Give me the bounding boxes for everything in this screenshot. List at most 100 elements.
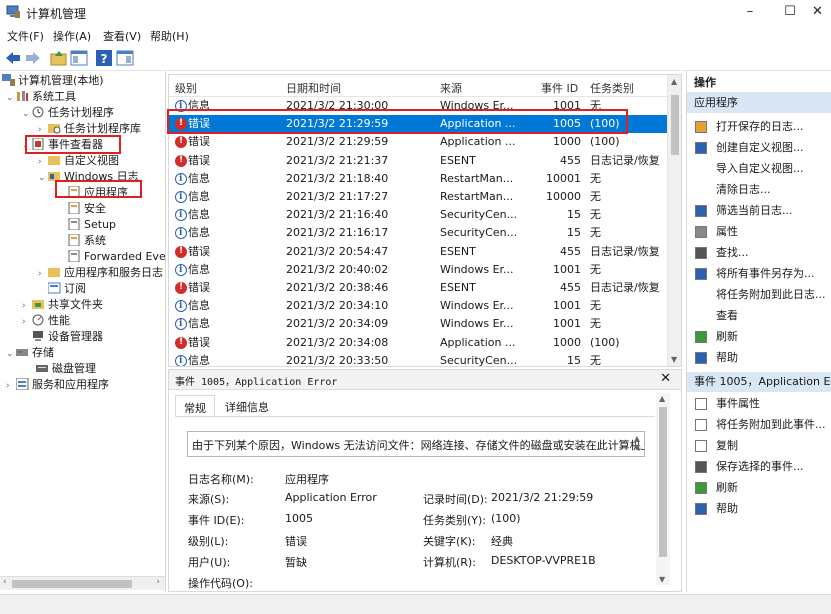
action-filter-current-log[interactable]: 筛选当前日志... bbox=[687, 200, 831, 221]
action-view[interactable]: 查看 bbox=[687, 305, 831, 326]
tree-item-root[interactable]: 计算机管理(本地) bbox=[2, 73, 104, 89]
action-save-all-events-as[interactable]: 将所有事件另存为... bbox=[687, 263, 831, 284]
scrollbar-thumb[interactable] bbox=[659, 407, 667, 557]
action-copy[interactable]: 复制 bbox=[687, 435, 831, 456]
scrollbar-thumb[interactable] bbox=[671, 95, 679, 155]
action-event-properties[interactable]: 事件属性 bbox=[687, 393, 831, 414]
action-save-selected-events[interactable]: 保存选择的事件... bbox=[687, 456, 831, 477]
show-hide-action-pane-icon[interactable] bbox=[116, 49, 134, 67]
tree-item-task-scheduler[interactable]: ⌄ 任务计划程序 bbox=[22, 105, 114, 121]
tree-item-forwarded-log[interactable]: Forwarded Even bbox=[68, 249, 165, 265]
action-find[interactable]: 查找... bbox=[687, 242, 831, 263]
tree-item-shared-folders[interactable]: › 共享文件夹 bbox=[22, 297, 103, 313]
action-refresh[interactable]: 刷新 bbox=[687, 477, 831, 498]
expanded-chevron-icon[interactable]: ⌄ bbox=[6, 90, 16, 106]
column-header-event-id[interactable]: 事件 ID bbox=[541, 80, 578, 96]
maximize-button[interactable]: ☐ bbox=[775, 2, 805, 22]
action-refresh[interactable]: 刷新 bbox=[687, 326, 831, 347]
forward-arrow-icon[interactable] bbox=[24, 49, 42, 67]
collapsed-chevron-icon[interactable]: › bbox=[38, 122, 48, 138]
column-header-task-category[interactable]: 任务类别 bbox=[590, 80, 634, 96]
column-header-datetime[interactable]: 日期和时间 bbox=[286, 80, 341, 96]
expanded-chevron-icon[interactable]: ⌄ bbox=[38, 170, 48, 186]
description-scroll-icon[interactable]: ▲ ▼ bbox=[634, 434, 640, 452]
collapsed-chevron-icon[interactable]: › bbox=[6, 378, 16, 394]
collapsed-chevron-icon[interactable]: › bbox=[22, 298, 32, 314]
expanded-chevron-icon[interactable]: ⌄ bbox=[22, 106, 32, 122]
action-open-saved-log[interactable]: 打开保存的日志... bbox=[687, 116, 831, 137]
column-header-source[interactable]: 来源 bbox=[440, 80, 462, 96]
scroll-left-icon[interactable]: ‹ bbox=[3, 577, 7, 587]
tree-item-task-library[interactable]: › 任务计划程序库 bbox=[38, 121, 141, 137]
close-window-button[interactable]: ✕ bbox=[812, 2, 831, 22]
event-row[interactable]: 信息 2021/3/2 21:18:40 RestartMan... 10001 无 bbox=[169, 170, 669, 188]
event-row[interactable]: 信息 2021/3/2 20:34:09 Windows Er... 1001 无 bbox=[169, 315, 669, 333]
show-hide-tree-icon[interactable] bbox=[70, 49, 88, 67]
tree-item-subscriptions[interactable]: 订阅 bbox=[48, 281, 86, 297]
event-row[interactable]: 错误 2021/3/2 20:34:08 Application ... 1000 (1… bbox=[169, 333, 669, 352]
menu-view[interactable]: 查看(V) bbox=[103, 28, 141, 44]
scroll-up-icon[interactable]: ▲ bbox=[671, 77, 677, 86]
tab-details[interactable]: 详细信息 bbox=[217, 395, 277, 417]
tree-item-system-tools[interactable]: ⌄ 系统工具 bbox=[6, 89, 76, 105]
tree-item-performance[interactable]: › 性能 bbox=[22, 313, 70, 329]
tree-item-windows-logs[interactable]: ⌄ Windows 日志 bbox=[38, 169, 139, 185]
up-folder-icon[interactable] bbox=[50, 49, 68, 67]
collapsed-chevron-icon[interactable]: › bbox=[38, 154, 48, 170]
event-row[interactable]: 错误 2021/3/2 21:29:59 Application ... 1000 (1… bbox=[169, 132, 669, 151]
tree-item-services-apps[interactable]: › 服务和应用程序 bbox=[6, 377, 109, 393]
event-row[interactable]: 信息 2021/3/2 20:34:10 Windows Er... 1001 无 bbox=[169, 297, 669, 315]
help-icon[interactable]: ? bbox=[95, 49, 113, 67]
action-help[interactable]: 帮助 bbox=[687, 498, 831, 519]
event-row[interactable]: 信息 2021/3/2 21:17:27 RestartMan... 10000 无 bbox=[169, 188, 669, 206]
event-row[interactable]: 信息 2021/3/2 20:40:02 Windows Er... 1001 无 bbox=[169, 261, 669, 279]
menu-help[interactable]: 帮助(H) bbox=[150, 28, 189, 44]
action-properties[interactable]: 属性 bbox=[687, 221, 831, 242]
tab-general[interactable]: 常规 bbox=[175, 395, 215, 417]
scrollbar-thumb[interactable] bbox=[12, 580, 132, 588]
tree-item-disk-management[interactable]: 磁盘管理 bbox=[36, 361, 96, 377]
collapsed-chevron-icon[interactable]: › bbox=[38, 266, 48, 282]
minimize-button[interactable]: – bbox=[735, 2, 765, 22]
tree-item-custom-views[interactable]: › 自定义视图 bbox=[38, 153, 119, 169]
tree-item-device-manager[interactable]: 设备管理器 bbox=[32, 329, 103, 345]
event-row[interactable]: 错误 2021/3/2 20:38:46 ESENT 455 日志记录/恢复 bbox=[169, 278, 669, 297]
collapsed-chevron-icon[interactable]: › bbox=[22, 314, 32, 330]
action-help[interactable]: 帮助 bbox=[687, 347, 831, 368]
detail-scrollbar[interactable]: ▲ ▼ bbox=[656, 393, 670, 585]
action-attach-task-to-event[interactable]: 将任务附加到此事件... bbox=[687, 414, 831, 435]
back-arrow-icon[interactable] bbox=[4, 49, 22, 67]
event-row[interactable]: 信息 2021/3/2 21:16:17 SecurityCen... 15 无 bbox=[169, 224, 669, 242]
event-row[interactable]: 错误 2021/3/2 20:54:47 ESENT 455 日志记录/恢复 bbox=[169, 242, 669, 261]
event-row[interactable]: 信息 2021/3/2 21:30:00 Windows Er... 1001 无 bbox=[169, 97, 669, 115]
scroll-down-icon[interactable]: ▼ bbox=[659, 575, 665, 584]
actions-section-app-log[interactable]: 应用程序 bbox=[687, 93, 831, 113]
event-row[interactable]: 错误 2021/3/2 21:29:59 Application ... 1005 (1… bbox=[169, 114, 669, 134]
close-detail-button[interactable]: ✕ bbox=[660, 371, 671, 386]
tree-item-system-log[interactable]: 系统 bbox=[68, 233, 106, 249]
tree-item-storage[interactable]: ⌄ 存储 bbox=[6, 345, 54, 361]
tree-item-app-log[interactable]: 应用程序 bbox=[68, 185, 128, 201]
tree-item-setup-log[interactable]: Setup bbox=[68, 217, 116, 233]
event-list-scrollbar[interactable]: ▲ ▼ bbox=[667, 75, 681, 366]
event-description[interactable]: 由于下列某个原因，Windows 无法访问文件：网络连接、存储文件的磁盘或安装在… bbox=[187, 431, 645, 457]
tree-item-event-viewer[interactable]: ⌄ 事件查看器 bbox=[22, 137, 103, 153]
menu-action[interactable]: 操作(A) bbox=[53, 28, 91, 44]
tree-item-app-services-logs[interactable]: › 应用程序和服务日志 bbox=[38, 265, 163, 281]
event-row[interactable]: 错误 2021/3/2 21:21:37 ESENT 455 日志记录/恢复 bbox=[169, 151, 669, 170]
event-row[interactable]: 信息 2021/3/2 20:33:50 SecurityCen... 15 无 bbox=[169, 352, 669, 366]
expanded-chevron-icon[interactable]: ⌄ bbox=[6, 346, 16, 362]
scroll-right-icon[interactable]: › bbox=[156, 577, 160, 587]
expanded-chevron-icon[interactable]: ⌄ bbox=[22, 138, 32, 154]
action-create-custom-view[interactable]: 创建自定义视图... bbox=[687, 137, 831, 158]
tree-item-security-log[interactable]: 安全 bbox=[68, 201, 106, 217]
actions-section-event[interactable]: 事件 1005，Application Error bbox=[687, 372, 831, 392]
tree-horizontal-scrollbar[interactable]: ‹ › bbox=[0, 576, 165, 590]
column-header-level[interactable]: 级别 bbox=[175, 80, 197, 96]
action-attach-task-to-log[interactable]: 将任务附加到此日志... bbox=[687, 284, 831, 305]
action-import-custom-view[interactable]: 导入自定义视图... bbox=[687, 158, 831, 179]
menu-file[interactable]: 文件(F) bbox=[7, 28, 44, 44]
scroll-up-icon[interactable]: ▲ bbox=[659, 394, 665, 403]
scroll-down-icon[interactable]: ▼ bbox=[671, 355, 677, 364]
event-row[interactable]: 信息 2021/3/2 21:16:40 SecurityCen... 15 无 bbox=[169, 206, 669, 224]
